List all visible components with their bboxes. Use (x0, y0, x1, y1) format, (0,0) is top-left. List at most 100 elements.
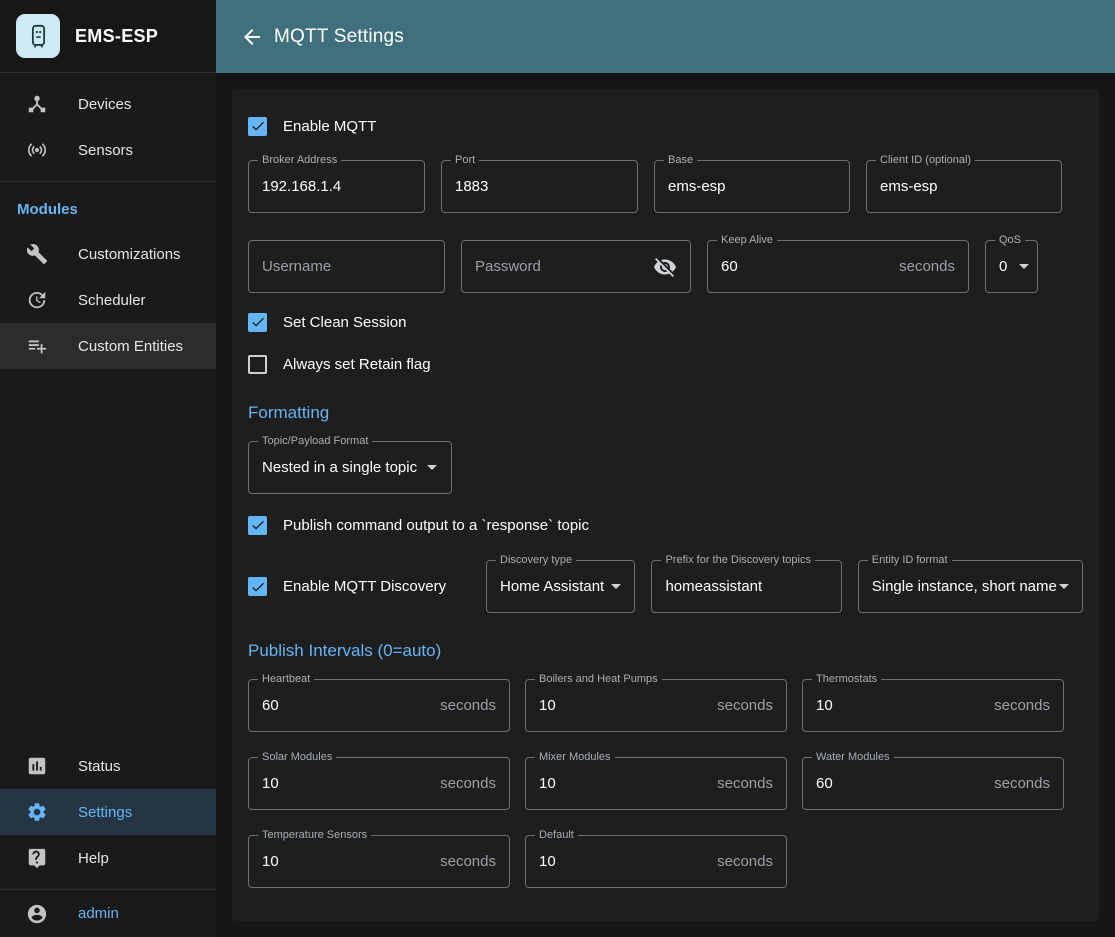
field-value: 1883 (455, 178, 488, 195)
sidebar-item-label: Customizations (78, 246, 181, 263)
sidebar-item-customizations[interactable]: Customizations (0, 231, 216, 277)
chevron-down-icon (427, 465, 437, 470)
field-suffix: seconds (440, 853, 496, 870)
sidebar-user-admin[interactable]: admin (0, 890, 216, 937)
field-value: Single instance, short name (872, 578, 1057, 595)
field-suffix: seconds (994, 775, 1050, 792)
field-label: Discovery type (496, 554, 576, 567)
discovery-row: Enable MQTT Discovery Discovery type Hom… (248, 560, 1083, 613)
field-suffix: seconds (994, 697, 1050, 714)
publish-response-checkbox[interactable]: Publish command output to a `response` t… (248, 504, 1083, 546)
sidebar-item-label: Custom Entities (78, 338, 183, 355)
field-label: Base (664, 154, 697, 167)
sidebar-item-sensors[interactable]: Sensors (0, 127, 216, 173)
solar-interval-field[interactable]: Solar Modules 10 seconds (248, 757, 510, 810)
clean-session-checkbox[interactable]: Set Clean Session (248, 301, 1083, 343)
thermostats-interval-field[interactable]: Thermostats 10 seconds (802, 679, 1064, 732)
field-value: 10 (539, 775, 556, 792)
help-icon (26, 847, 48, 869)
field-label: Solar Modules (258, 751, 336, 764)
sidebar-item-devices[interactable]: Devices (0, 81, 216, 127)
content: Enable MQTT Broker Address 192.168.1.4 P… (216, 73, 1115, 937)
enable-discovery-checkbox[interactable]: Enable MQTT Discovery (248, 566, 470, 608)
broker-address-field[interactable]: Broker Address 192.168.1.4 (248, 160, 425, 213)
discovery-prefix-field[interactable]: Prefix for the Discovery topics homeassi… (651, 560, 841, 613)
field-value: 10 (262, 853, 279, 870)
sidebar-item-settings[interactable]: Settings (0, 789, 216, 835)
water-interval-field[interactable]: Water Modules 60 seconds (802, 757, 1064, 810)
username-field[interactable]: Username (248, 240, 445, 293)
keep-alive-field[interactable]: Keep Alive 60 seconds (707, 240, 969, 293)
retain-flag-label: Always set Retain flag (283, 356, 431, 373)
field-suffix: seconds (717, 697, 773, 714)
app-root: EMS-ESP Devices Sensors Modules Customiz… (0, 0, 1115, 937)
checkbox-unchecked-icon (248, 355, 267, 374)
field-value: 60 (262, 697, 279, 714)
app-title: EMS-ESP (75, 26, 158, 47)
field-label: Temperature Sensors (258, 829, 371, 842)
sidebar: EMS-ESP Devices Sensors Modules Customiz… (0, 0, 216, 937)
credentials-fields-row: Username Password Keep Alive 60 seconds (248, 240, 1083, 293)
password-field[interactable]: Password (461, 240, 691, 293)
field-label: Broker Address (258, 154, 341, 167)
sidebar-item-label: Scheduler (78, 292, 146, 309)
field-label: Entity ID format (868, 554, 952, 567)
field-label: Boilers and Heat Pumps (535, 673, 662, 686)
settings-panel: Enable MQTT Broker Address 192.168.1.4 P… (232, 89, 1099, 921)
sidebar-item-custom-entities[interactable]: Custom Entities (0, 323, 216, 369)
enable-mqtt-label: Enable MQTT (283, 118, 376, 135)
construction-icon (26, 243, 48, 265)
topic-format-select[interactable]: Topic/Payload Format Nested in a single … (248, 441, 452, 494)
field-value: 10 (539, 853, 556, 870)
checkbox-checked-icon (248, 577, 267, 596)
chevron-down-icon (1019, 264, 1029, 269)
field-label: Prefix for the Discovery topics (661, 554, 815, 567)
enable-mqtt-checkbox[interactable]: Enable MQTT (248, 105, 1083, 147)
back-arrow-icon[interactable] (240, 25, 264, 49)
field-value: ems-esp (880, 178, 938, 195)
field-label: Topic/Payload Format (258, 435, 372, 448)
page-title: MQTT Settings (274, 26, 404, 48)
field-label: Client ID (optional) (876, 154, 975, 167)
field-value: Home Assistant (500, 578, 604, 595)
field-suffix: seconds (717, 853, 773, 870)
clean-session-label: Set Clean Session (283, 314, 406, 331)
qos-select[interactable]: QoS 0 (985, 240, 1038, 293)
field-suffix: seconds (440, 775, 496, 792)
boilers-interval-field[interactable]: Boilers and Heat Pumps 10 seconds (525, 679, 787, 732)
field-suffix: seconds (899, 258, 955, 275)
sidebar-item-scheduler[interactable]: Scheduler (0, 277, 216, 323)
field-label: QoS (995, 234, 1025, 247)
field-value: 10 (539, 697, 556, 714)
field-value: 0 (999, 258, 1007, 275)
checkbox-checked-icon (248, 516, 267, 535)
discovery-type-select[interactable]: Discovery type Home Assistant (486, 560, 635, 613)
update-clock-icon (26, 289, 48, 311)
sidebar-item-label: Sensors (78, 142, 133, 159)
sidebar-item-label: Help (78, 850, 109, 867)
app-logo-block: EMS-ESP (0, 0, 216, 73)
client-id-field[interactable]: Client ID (optional) ems-esp (866, 160, 1062, 213)
heartbeat-interval-field[interactable]: Heartbeat 60 seconds (248, 679, 510, 732)
gear-icon (26, 801, 48, 823)
retain-flag-checkbox[interactable]: Always set Retain flag (248, 343, 1083, 385)
field-value: 10 (262, 775, 279, 792)
chevron-down-icon (611, 584, 621, 589)
modules-subheader: Modules (0, 182, 216, 231)
field-placeholder: Password (475, 258, 541, 275)
connection-fields-row: Broker Address 192.168.1.4 Port 1883 Bas… (248, 160, 1083, 213)
base-field[interactable]: Base ems-esp (654, 160, 850, 213)
entity-id-format-select[interactable]: Entity ID format Single instance, short … (858, 560, 1083, 613)
port-field[interactable]: Port 1883 (441, 160, 638, 213)
sidebar-item-label: Settings (78, 804, 132, 821)
field-label: Default (535, 829, 578, 842)
temperature-sensors-interval-field[interactable]: Temperature Sensors 10 seconds (248, 835, 510, 888)
default-interval-field[interactable]: Default 10 seconds (525, 835, 787, 888)
mixer-interval-field[interactable]: Mixer Modules 10 seconds (525, 757, 787, 810)
field-value: 192.168.1.4 (262, 178, 341, 195)
sidebar-item-status[interactable]: Status (0, 743, 216, 789)
sidebar-item-help[interactable]: Help (0, 835, 216, 881)
field-value: 10 (816, 697, 833, 714)
bar-chart-icon (26, 755, 48, 777)
visibility-off-icon[interactable] (653, 255, 677, 279)
